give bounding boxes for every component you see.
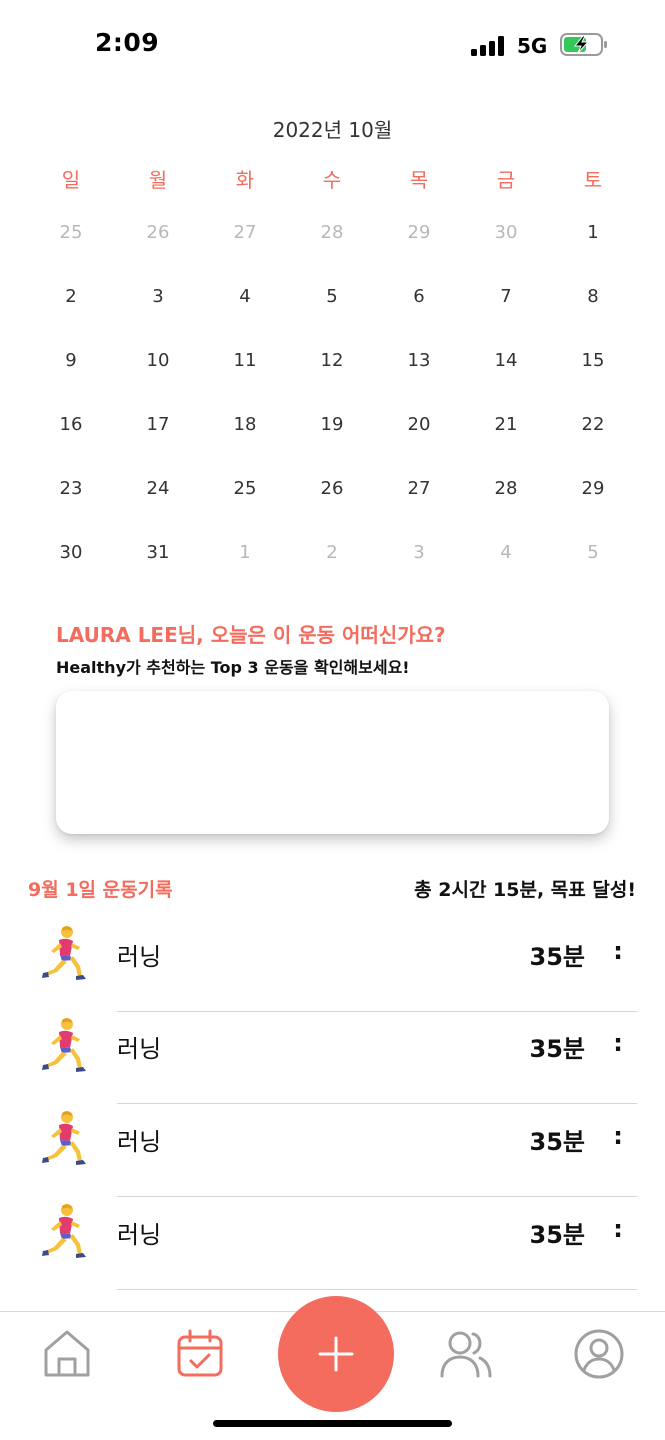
calendar-day[interactable]: 5 [302, 286, 362, 307]
record-date-label: 9월 1일 운동기록 [28, 879, 173, 901]
calendar-day[interactable]: 7 [476, 286, 536, 307]
calendar-day[interactable]: 6 [389, 286, 449, 307]
record-summary: 총 2시간 15분, 목표 달성! [414, 879, 636, 901]
calendar-day[interactable]: 3 [128, 286, 188, 307]
network-type: 5G [517, 34, 548, 58]
calendar-day-other-month[interactable]: 2 [302, 542, 362, 563]
weekday-label: 수 [322, 168, 342, 192]
calendar-day[interactable]: 1 [563, 222, 623, 243]
calendar-day[interactable]: 17 [128, 414, 188, 435]
more-options-button[interactable]: : [612, 1215, 624, 1243]
calendar-day-other-month[interactable]: 3 [389, 542, 449, 563]
workout-duration: 35분 [529, 1035, 585, 1063]
workout-record-item[interactable]: 러닝 35분: [0, 919, 665, 1012]
weekday-label: 목 [409, 168, 429, 192]
workout-record-item[interactable]: 러닝 35분: [0, 1011, 665, 1104]
workout-name: 러닝 [117, 1128, 162, 1156]
calendar-day[interactable]: 14 [476, 350, 536, 371]
workout-record-item[interactable]: 러닝 35분: [0, 1197, 665, 1290]
divider [117, 1289, 637, 1290]
workout-name: 러닝 [117, 1221, 162, 1249]
workout-duration: 35분 [529, 1221, 585, 1249]
calendar-day-other-month[interactable]: 27 [215, 222, 275, 243]
recommendation-title: LAURA LEE님, 오늘은 이 운동 어떠신가요? [56, 623, 446, 647]
calendar-day-other-month[interactable]: 1 [215, 542, 275, 563]
calendar-day[interactable]: 29 [563, 478, 623, 499]
calendar-day[interactable]: 19 [302, 414, 362, 435]
calendar-check-icon[interactable] [172, 1326, 228, 1382]
home-indicator [213, 1420, 452, 1427]
plus-icon [318, 1336, 354, 1372]
calendar-day[interactable]: 11 [215, 350, 275, 371]
calendar-day-other-month[interactable]: 25 [41, 222, 101, 243]
calendar-day[interactable]: 20 [389, 414, 449, 435]
workout-name: 러닝 [117, 1035, 162, 1063]
calendar-day[interactable]: 21 [476, 414, 536, 435]
calendar-day-other-month[interactable]: 29 [389, 222, 449, 243]
calendar-day[interactable]: 27 [389, 478, 449, 499]
status-time: 2:09 [95, 28, 160, 57]
workout-record-item[interactable]: 러닝 35분: [0, 1104, 665, 1197]
more-options-button[interactable]: : [612, 937, 624, 965]
add-workout-button[interactable] [278, 1296, 394, 1412]
home-icon[interactable] [39, 1326, 95, 1382]
weekday-label: 월 [148, 168, 168, 192]
calendar-day[interactable]: 8 [563, 286, 623, 307]
calendar-day[interactable]: 28 [476, 478, 536, 499]
calendar-day[interactable]: 18 [215, 414, 275, 435]
calendar-day[interactable]: 26 [302, 478, 362, 499]
recommendation-card[interactable] [56, 691, 609, 834]
calendar-month-title: 2022년 10월 [272, 118, 393, 142]
cellular-signal-icon [471, 36, 505, 56]
weekday-label: 일 [61, 168, 81, 192]
calendar-day-other-month[interactable]: 5 [563, 542, 623, 563]
calendar-day-other-month[interactable]: 28 [302, 222, 362, 243]
users-icon[interactable] [438, 1326, 494, 1382]
calendar-day[interactable]: 15 [563, 350, 623, 371]
calendar-day[interactable]: 30 [41, 542, 101, 563]
calendar-day[interactable]: 31 [128, 542, 188, 563]
calendar-day[interactable]: 9 [41, 350, 101, 371]
calendar-day-other-month[interactable]: 30 [476, 222, 536, 243]
calendar-day[interactable]: 13 [389, 350, 449, 371]
runner-icon [40, 1017, 90, 1073]
weekday-label: 화 [235, 168, 255, 192]
runner-icon [40, 1110, 90, 1166]
runner-icon [40, 1203, 90, 1259]
calendar-day[interactable]: 22 [563, 414, 623, 435]
calendar-day-other-month[interactable]: 4 [476, 542, 536, 563]
more-options-button[interactable]: : [612, 1029, 624, 1057]
runner-icon [40, 925, 90, 981]
calendar-day[interactable]: 16 [41, 414, 101, 435]
status-bar: 2:09 5G [0, 0, 665, 90]
battery-charging-icon [560, 33, 607, 56]
calendar-day[interactable]: 12 [302, 350, 362, 371]
workout-name: 러닝 [117, 943, 162, 971]
calendar-day[interactable]: 2 [41, 286, 101, 307]
weekday-label: 토 [583, 168, 603, 192]
weekday-label: 금 [496, 168, 516, 192]
calendar-day[interactable]: 25 [215, 478, 275, 499]
calendar-day[interactable]: 10 [128, 350, 188, 371]
more-options-button[interactable]: : [612, 1122, 624, 1150]
calendar-day[interactable]: 23 [41, 478, 101, 499]
workout-duration: 35분 [529, 943, 585, 971]
profile-icon[interactable] [571, 1326, 627, 1382]
recommendation-subtitle: Healthy가 추천하는 Top 3 운동을 확인해보세요! [56, 658, 410, 677]
workout-duration: 35분 [529, 1128, 585, 1156]
calendar-day[interactable]: 24 [128, 478, 188, 499]
calendar-day-other-month[interactable]: 26 [128, 222, 188, 243]
calendar-day[interactable]: 4 [215, 286, 275, 307]
